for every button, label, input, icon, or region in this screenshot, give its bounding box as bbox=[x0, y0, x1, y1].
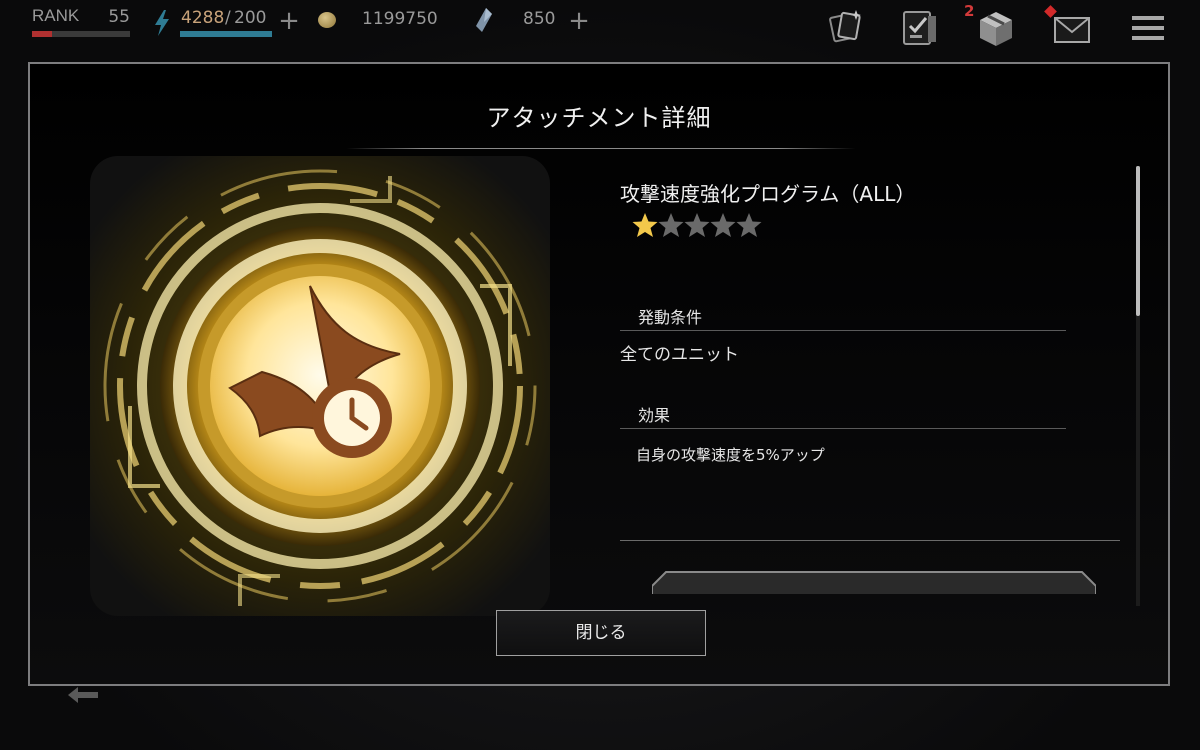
info-plate bbox=[652, 571, 1096, 594]
rank-progress-bar bbox=[32, 31, 130, 37]
star-empty-icon bbox=[736, 213, 762, 237]
add-stamina-button[interactable]: + bbox=[278, 8, 300, 34]
notification-badge: 2 bbox=[964, 2, 975, 20]
rank-progress-fill bbox=[32, 31, 52, 37]
rank-label: RANK bbox=[32, 6, 80, 25]
rank-value: 55 bbox=[108, 7, 130, 27]
stamina-progress-fill bbox=[180, 31, 272, 37]
stamina-current: 4288 bbox=[181, 8, 225, 28]
stamina-progress-bar bbox=[180, 31, 272, 37]
present-box-icon[interactable] bbox=[976, 8, 1016, 48]
mail-icon[interactable] bbox=[1052, 10, 1092, 50]
menu-icon[interactable] bbox=[1128, 8, 1168, 48]
gem-value: 850 bbox=[523, 9, 556, 29]
section-divider bbox=[620, 540, 1120, 541]
condition-header: 発動条件 bbox=[638, 308, 703, 327]
game-screen: RANK 55 4288 / 200 + 1199750 850 + 2 アタッ… bbox=[0, 0, 1200, 750]
crystal-icon bbox=[476, 8, 492, 32]
attachment-emblem-icon bbox=[90, 156, 550, 616]
mission-checklist-icon[interactable] bbox=[900, 8, 940, 48]
coin-value: 1199750 bbox=[362, 9, 438, 29]
stamina-max: 200 bbox=[234, 8, 267, 28]
star-empty-icon bbox=[684, 213, 710, 237]
attachment-info-panel: 攻撃速度強化プログラム（ALL） 発動条件 全てのユニット 効果 自身の攻撃速度… bbox=[620, 174, 1120, 594]
star-filled-icon bbox=[632, 213, 658, 237]
coin-icon bbox=[318, 12, 336, 28]
effect-header: 効果 bbox=[638, 406, 671, 425]
attachment-detail-dialog: アタッチメント詳細 攻撃速度強化プログラム（ALL） 発動条件 全てのユニット … bbox=[28, 62, 1170, 686]
scrollbar[interactable] bbox=[1136, 166, 1140, 606]
close-button[interactable]: 閉じる bbox=[496, 610, 706, 656]
title-divider bbox=[346, 148, 856, 149]
add-gems-button[interactable]: + bbox=[568, 8, 590, 34]
dialog-title: アタッチメント詳細 bbox=[486, 104, 712, 132]
condition-divider bbox=[620, 330, 1066, 331]
back-arrow-icon[interactable] bbox=[66, 684, 100, 706]
effect-divider bbox=[620, 428, 1066, 429]
bolt-icon bbox=[155, 10, 169, 36]
star-empty-icon bbox=[710, 213, 736, 237]
attachment-name: 攻撃速度強化プログラム（ALL） bbox=[620, 182, 916, 206]
effect-value: 自身の攻撃速度を5%アップ bbox=[636, 446, 825, 464]
scrollbar-thumb[interactable] bbox=[1136, 166, 1140, 316]
gacha-cards-icon[interactable] bbox=[826, 6, 866, 46]
star-empty-icon bbox=[658, 213, 684, 237]
stamina-separator: / bbox=[225, 8, 231, 28]
top-hud: RANK 55 4288 / 200 + 1199750 850 + 2 bbox=[0, 0, 1200, 48]
condition-value: 全てのユニット bbox=[620, 345, 739, 365]
